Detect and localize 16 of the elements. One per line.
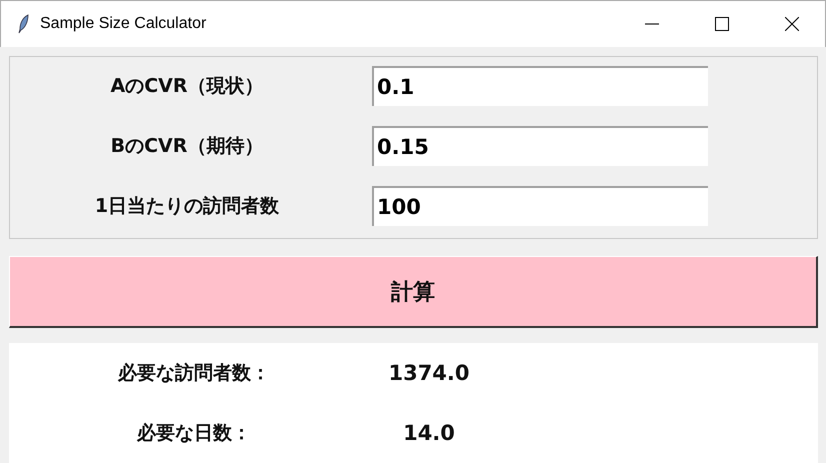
feather-icon [18,14,30,34]
maximize-icon [715,17,729,31]
close-icon [785,17,799,31]
result-label: 必要な訪問者数： [116,361,271,386]
input-field[interactable]: 0.15 [372,126,708,166]
input-field[interactable]: 100 [372,186,708,226]
result-value: 14.0 [402,421,456,445]
window-title: Sample Size Calculator [40,15,206,33]
field-label: 1日当たりの訪問者数 [94,194,280,219]
field-label: BのCVR（期待） [110,134,264,159]
calculate-button[interactable]: 計算 [9,256,818,328]
minimize-icon [645,23,659,25]
field-label: AのCVR（現状） [110,74,264,99]
input-field[interactable]: 0.1 [372,66,708,106]
result-label: 必要な日数： [136,421,252,446]
result-value: 1374.0 [387,361,471,385]
